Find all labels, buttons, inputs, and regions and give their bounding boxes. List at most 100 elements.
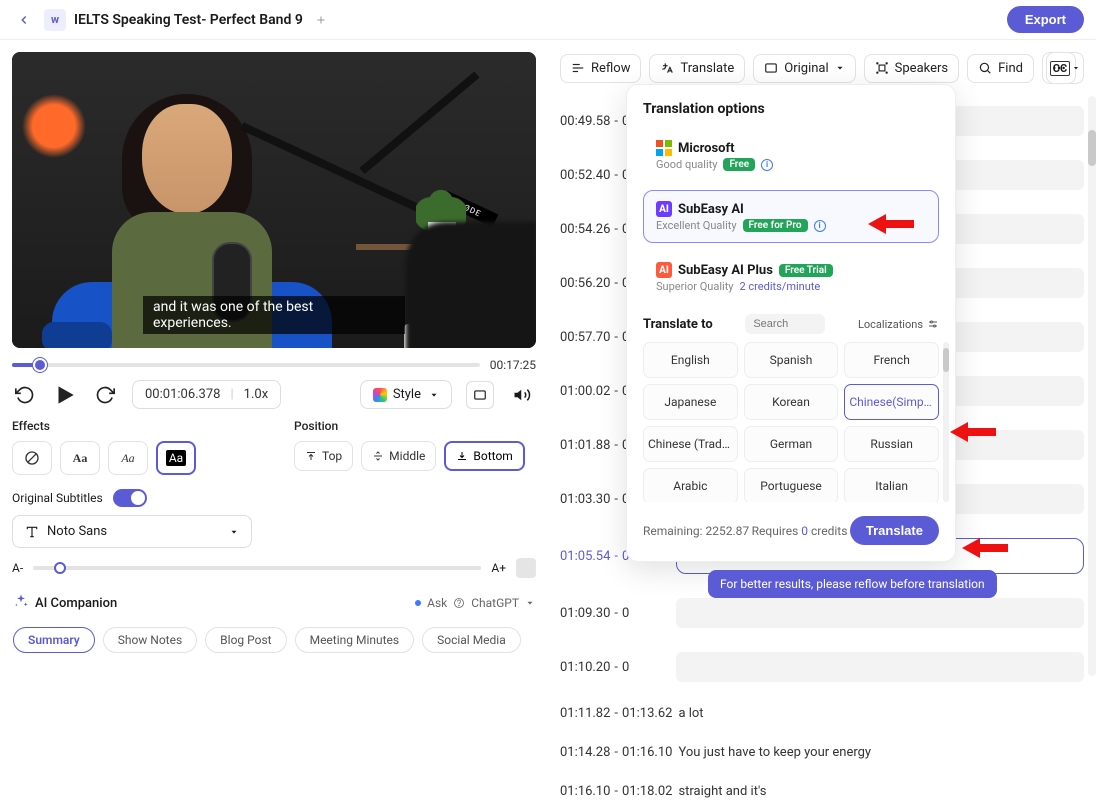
info-icon[interactable]: i (761, 159, 773, 171)
tag-summary[interactable]: Summary (13, 627, 95, 653)
video-progress[interactable] (12, 363, 480, 367)
cc-dropdown[interactable]: CC (1046, 52, 1084, 84)
effect-none-button[interactable] (12, 441, 52, 475)
reflow-button[interactable]: Reflow (560, 54, 641, 83)
style-button[interactable]: Style (360, 380, 452, 409)
font-select[interactable]: Noto Sans (12, 515, 252, 548)
language-option[interactable]: Chinese(Simpl... (844, 384, 939, 420)
page-title: IELTS Speaking Test- Perfect Band 9 (74, 12, 303, 28)
timestamp: 01:14.28-01:16.10 (560, 745, 672, 760)
timestamp: 01:09.30-0 (560, 606, 670, 621)
language-option[interactable]: Japanese (643, 384, 738, 420)
position-label: Position (294, 419, 536, 433)
ai-icon: AI (656, 201, 672, 217)
tag-meeting-minutes[interactable]: Meeting Minutes (295, 627, 415, 653)
transcript-placeholder (676, 598, 1084, 628)
font-size-slider[interactable] (33, 566, 481, 570)
language-option[interactable]: Chinese (Tradi... (643, 426, 738, 462)
position-top-button[interactable]: Top (294, 441, 353, 471)
remaining-credits: Remaining: 2252.87 (643, 524, 749, 538)
free-badge: Free (723, 158, 755, 171)
language-option[interactable]: Arabic (643, 468, 738, 502)
required-credits: Requires 0 credits (752, 524, 848, 538)
timestamp: 01:10.20-0 (560, 660, 670, 675)
microsoft-icon (656, 140, 672, 156)
language-option[interactable]: English (643, 342, 738, 378)
language-option[interactable]: Spanish (744, 342, 839, 378)
video-duration: 00:17:25 (490, 358, 536, 372)
transcript-scrollbar[interactable] (1088, 96, 1096, 676)
annotation-arrow-icon (950, 418, 996, 446)
transcript-line[interactable]: 01:16.10-01:18.02 straight and it's (560, 772, 1084, 811)
export-button[interactable]: Export (1007, 6, 1084, 33)
font-name: Noto Sans (47, 524, 107, 539)
free-trial-badge: Free Trial (779, 264, 833, 277)
effects-label: Effects (12, 419, 254, 433)
language-scrollbar[interactable] (943, 342, 949, 502)
timecode: 00:01:06.378 (145, 387, 220, 402)
transcript-text: a lot (678, 706, 1084, 721)
original-dropdown[interactable]: Original (753, 54, 855, 83)
add-tab-button[interactable] (311, 10, 331, 30)
info-icon[interactable]: i (814, 220, 826, 232)
fullscreen-button[interactable] (466, 381, 494, 409)
translate-submit-button[interactable]: Translate (850, 516, 939, 545)
font-size-preview (516, 558, 536, 578)
tag-blog-post[interactable]: Blog Post (205, 627, 286, 653)
translate-button[interactable]: Translate (649, 54, 745, 83)
play-button[interactable] (52, 382, 78, 408)
popup-title: Translation options (643, 101, 939, 117)
timestamp: 01:11.82-01:13.62 (560, 706, 672, 721)
time-display[interactable]: 00:01:06.378 | 1.0x (132, 380, 281, 409)
effect-style-3-button[interactable]: Aa (156, 441, 196, 475)
transcript-text: straight and it's (678, 784, 1084, 799)
language-option[interactable]: German (744, 426, 839, 462)
speakers-button[interactable]: Speakers (864, 54, 959, 83)
localizations-button[interactable]: Localizations (858, 318, 939, 331)
playback-speed: 1.0x (244, 387, 269, 402)
language-search-input[interactable] (745, 314, 825, 334)
transcript-line[interactable]: 01:10.20-0 (560, 640, 1084, 694)
reflow-hint-tooltip: For better results, please reflow before… (708, 570, 997, 598)
language-option[interactable]: Russian (844, 426, 939, 462)
forward-button[interactable] (92, 382, 118, 408)
effect-style-1-button[interactable]: Aa (60, 441, 100, 475)
volume-button[interactable] (508, 381, 536, 409)
status-dot-icon (415, 600, 421, 606)
annotation-arrow-icon (868, 210, 914, 238)
font-size-decrease[interactable]: A- (12, 561, 23, 575)
language-option[interactable]: French (844, 342, 939, 378)
position-middle-button[interactable]: Middle (361, 441, 436, 471)
provider-microsoft[interactable]: Microsoft Good quality Free i (643, 129, 939, 182)
transcript-scroll-thumb[interactable] (1088, 130, 1096, 166)
font-size-increase[interactable]: A+ (491, 561, 506, 575)
position-bottom-button[interactable]: Bottom (444, 441, 524, 471)
style-label: Style (393, 387, 421, 402)
transcript-line[interactable]: 01:11.82-01:13.62 a lot (560, 694, 1084, 733)
tag-show-notes[interactable]: Show Notes (103, 627, 197, 653)
doc-badge: w (44, 9, 66, 31)
annotation-arrow-icon (962, 534, 1008, 562)
ai-plus-icon: AI (656, 262, 672, 278)
rewind-button[interactable] (12, 382, 38, 408)
tag-social-media[interactable]: Social Media (422, 627, 521, 653)
original-subtitles-label: Original Subtitles (12, 491, 103, 505)
provider-subeasy-ai-plus[interactable]: AI SubEasy AI Plus Free Trial Superior Q… (643, 251, 939, 304)
video-player[interactable]: RØDE and it was one of the best experien… (12, 52, 536, 348)
language-option[interactable]: Portuguese (744, 468, 839, 502)
language-option[interactable]: Korean (744, 384, 839, 420)
back-button[interactable] (12, 8, 36, 32)
sparkle-icon (13, 593, 29, 613)
credits-rate: 2 credits/minute (740, 280, 821, 293)
timestamp: 01:16.10-01:18.02 (560, 784, 672, 799)
companion-title: AI Companion (35, 596, 117, 611)
ask-chatgpt[interactable]: Ask ChatGPT (415, 596, 535, 610)
language-option[interactable]: Italian (844, 468, 939, 502)
transcript-line[interactable]: 01:14.28-01:16.10You just have to keep y… (560, 733, 1084, 772)
find-button[interactable]: Find (967, 54, 1034, 83)
original-subtitles-toggle[interactable] (113, 489, 147, 507)
effect-style-2-button[interactable]: Aa (108, 441, 148, 475)
free-for-pro-badge: Free for Pro (743, 219, 808, 232)
style-swatch-icon (373, 388, 387, 402)
video-caption: and it was one of the best experiences. (143, 296, 405, 334)
